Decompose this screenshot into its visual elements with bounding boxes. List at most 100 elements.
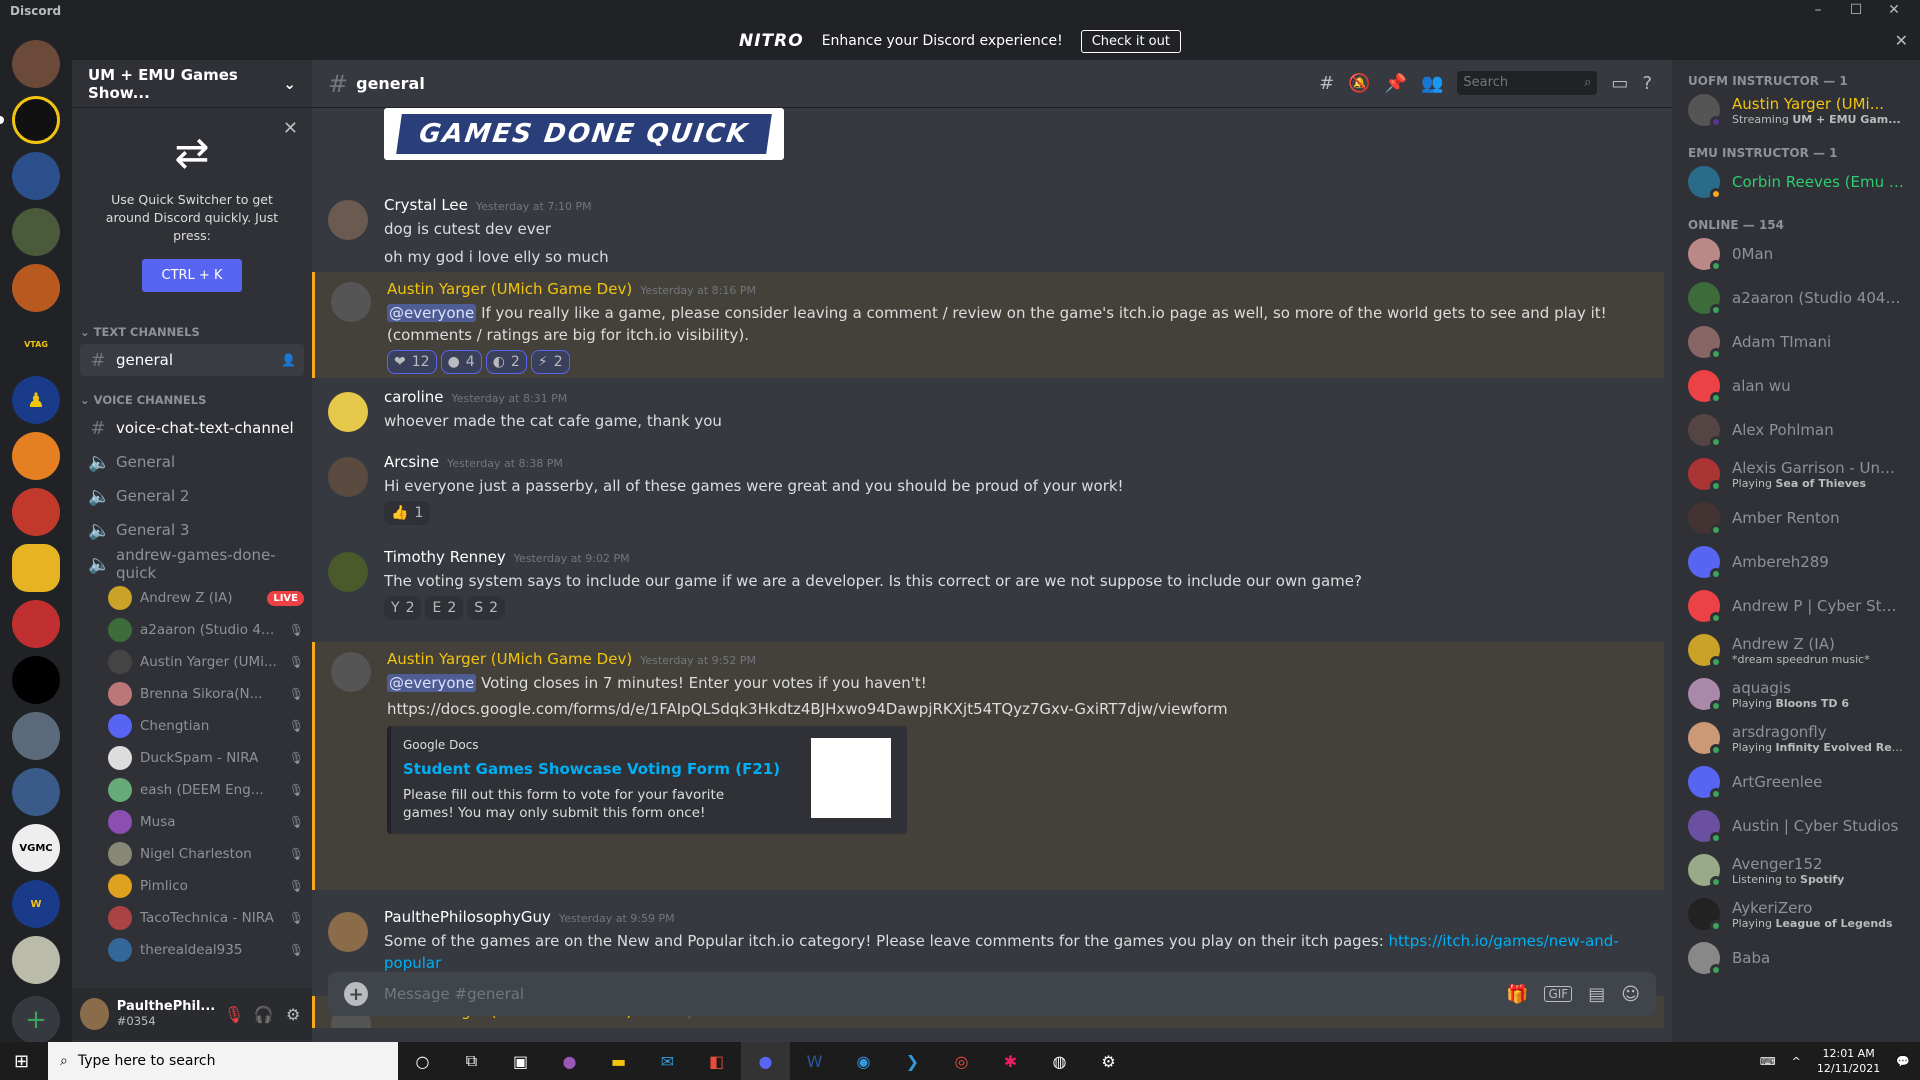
reaction-button[interactable]: ◐ 2 — [485, 350, 527, 374]
server-icon-12[interactable] — [12, 656, 60, 704]
taskbar-search[interactable]: ⌕ Type here to search — [48, 1042, 398, 1080]
app-icon-purple[interactable]: ● — [545, 1042, 594, 1080]
message-author[interactable]: Arcsine — [384, 453, 439, 471]
discord-taskbar-icon[interactable]: ● — [741, 1042, 790, 1080]
keyboard-icon[interactable]: ⌨ — [1760, 1055, 1776, 1068]
voice-user[interactable]: Brenna Sikora(N... 🎙 — [108, 678, 304, 710]
avatar[interactable] — [328, 392, 368, 432]
server-icon-15[interactable]: VGMC — [12, 824, 60, 872]
vscode-icon[interactable]: ❯ — [888, 1042, 937, 1080]
member-item[interactable]: Alex Pohlman — [1680, 408, 1912, 452]
member-item[interactable]: Avenger152 Listening to Spotify — [1680, 848, 1912, 892]
everyone-mention[interactable]: @everyone — [387, 304, 477, 322]
voice-user[interactable]: Austin Yarger (UMi... 🎙 — [108, 646, 304, 678]
member-item[interactable]: Baba — [1680, 936, 1912, 980]
maximize-icon[interactable]: ☐ — [1846, 2, 1866, 18]
member-item[interactable]: Adam TImani — [1680, 320, 1912, 364]
nitro-cta-button[interactable]: Check it out — [1080, 29, 1181, 53]
server-icon-7[interactable]: ♟ — [12, 376, 60, 424]
server-icon-14[interactable] — [12, 768, 60, 816]
message-author[interactable]: Austin Yarger (UMich Game Dev) — [387, 280, 632, 298]
member-item[interactable]: Andrew P | Cyber Stud... — [1680, 584, 1912, 628]
file-explorer-icon[interactable]: ▬ — [594, 1042, 643, 1080]
voice-channel-general-2[interactable]: 🔈 General 2 — [80, 480, 304, 512]
voice-user[interactable]: DuckSpam - NIRA 🎙 — [108, 742, 304, 774]
member-item[interactable]: a2aaron (Studio 404 -... — [1680, 276, 1912, 320]
message-author[interactable]: Austin Yarger (UMich Game Dev) — [387, 650, 632, 668]
obs-icon[interactable]: ◍ — [1035, 1042, 1084, 1080]
invite-icon[interactable]: 👤 — [281, 353, 296, 367]
server-icon-3[interactable] — [12, 152, 60, 200]
reaction-button[interactable]: ❤ 12 — [387, 350, 437, 374]
games-done-quick-image[interactable]: GAMES DONE QUICK — [384, 108, 784, 160]
server-icon-4[interactable] — [12, 208, 60, 256]
voice-user[interactable]: Nigel Charleston 🎙 — [108, 838, 304, 870]
member-item[interactable]: Andrew Z (IA) *dream speedrun music* — [1680, 628, 1912, 672]
embed-thumbnail[interactable] — [811, 738, 891, 818]
voice-channel-andrew-games-done-quick[interactable]: 🔈 andrew-games-done-quick — [80, 546, 304, 582]
server-header[interactable]: UM + EMU Games Show... ⌄ — [72, 60, 312, 108]
avatar[interactable] — [328, 457, 368, 497]
avatar[interactable] — [80, 998, 109, 1030]
member-item[interactable]: AykeriZero Playing League of Legends — [1680, 892, 1912, 936]
minimize-icon[interactable]: – — [1808, 2, 1828, 18]
help-icon[interactable]: ? — [1642, 73, 1652, 94]
server-icon-17[interactable] — [12, 936, 60, 984]
voice-channel-general-3[interactable]: 🔈 General 3 — [80, 514, 304, 546]
gift-icon[interactable]: 🎁 — [1506, 984, 1528, 1005]
notifications-icon[interactable]: 💬 — [1896, 1055, 1910, 1068]
voice-user[interactable]: eash (DEEM Eng... 🎙 — [108, 774, 304, 806]
message-author[interactable]: Timothy Renney — [384, 548, 506, 566]
threads-icon[interactable]: # — [1319, 73, 1334, 94]
notification-bell-icon[interactable]: 🔕 — [1348, 73, 1370, 94]
message-input[interactable]: Message #general — [384, 985, 1490, 1003]
windows-start-icon[interactable]: ⊞ — [14, 1051, 29, 1072]
member-item[interactable]: Amber Renton — [1680, 496, 1912, 540]
close-icon[interactable]: ✕ — [283, 118, 298, 139]
settings-icon[interactable]: ⚙ — [1084, 1042, 1133, 1080]
reaction-button[interactable]: Y2 — [384, 596, 422, 620]
channel-general[interactable]: # general 👤 — [80, 344, 304, 376]
gif-icon[interactable]: GIF — [1544, 986, 1573, 1002]
clock[interactable]: 12:01 AM 12/11/2021 — [1817, 1046, 1880, 1076]
office-icon[interactable]: ◧ — [692, 1042, 741, 1080]
member-item[interactable]: Ambereh289 — [1680, 540, 1912, 584]
emoji-icon[interactable]: ☺ — [1621, 984, 1640, 1005]
close-window-icon[interactable]: ✕ — [1884, 2, 1904, 18]
avatar[interactable] — [331, 652, 371, 692]
member-item[interactable]: Alexis Garrison - Unde... Playing Sea of … — [1680, 452, 1912, 496]
voice-user[interactable]: Pimlico 🎙 — [108, 870, 304, 902]
voice-user[interactable]: a2aaron (Studio 404 - A... 🎙 — [108, 614, 304, 646]
headphones-icon[interactable]: 🎧 — [253, 1005, 275, 1024]
quick-switcher-button[interactable]: CTRL + K — [141, 259, 243, 292]
reaction-button[interactable]: E2 — [425, 596, 464, 620]
member-item[interactable]: ArtGreenlee — [1680, 760, 1912, 804]
store-icon[interactable]: ▣ — [496, 1042, 545, 1080]
voice-channels-category[interactable]: ⌄ VOICE CHANNELS — [72, 390, 312, 410]
message-author[interactable]: caroline — [384, 388, 444, 406]
upload-icon[interactable]: + — [344, 982, 368, 1006]
search-input[interactable]: Search ⌕ — [1457, 71, 1598, 95]
server-icon-9[interactable] — [12, 488, 60, 536]
avatar[interactable] — [331, 282, 371, 322]
member-item[interactable]: arsdragonfly Playing Infinity Evolved Rel… — [1680, 716, 1912, 760]
mail-icon[interactable]: ✉ — [643, 1042, 692, 1080]
server-icon-8[interactable] — [12, 432, 60, 480]
close-banner-icon[interactable]: ✕ — [1895, 31, 1908, 50]
reaction-button[interactable]: ⚡ 2 — [530, 350, 570, 374]
form-link[interactable]: https://docs.google.com/forms/d/e/1FAIpQ… — [387, 698, 1664, 720]
edge-icon[interactable]: ◉ — [839, 1042, 888, 1080]
voice-user[interactable]: Andrew Z (IA) LIVE — [108, 582, 304, 614]
text-channels-category[interactable]: ⌄ TEXT CHANNELS — [72, 322, 312, 342]
reaction-button[interactable]: 👍 1 — [384, 501, 431, 525]
server-icon-13[interactable] — [12, 712, 60, 760]
member-item[interactable]: Austin Yarger (UMi... Streaming UM + EMU … — [1680, 88, 1912, 132]
avatar[interactable] — [328, 912, 368, 952]
cortana-icon[interactable]: ○ — [398, 1042, 447, 1080]
voice-user[interactable]: Musa 🎙 — [108, 806, 304, 838]
server-icon-11[interactable] — [12, 600, 60, 648]
message-author[interactable]: PaulthePhilosophyGuy — [384, 908, 551, 926]
chrome-icon[interactable]: ◎ — [937, 1042, 986, 1080]
voice-channel-general[interactable]: 🔈 General — [80, 446, 304, 478]
inbox-icon[interactable]: ▭ — [1611, 73, 1628, 94]
